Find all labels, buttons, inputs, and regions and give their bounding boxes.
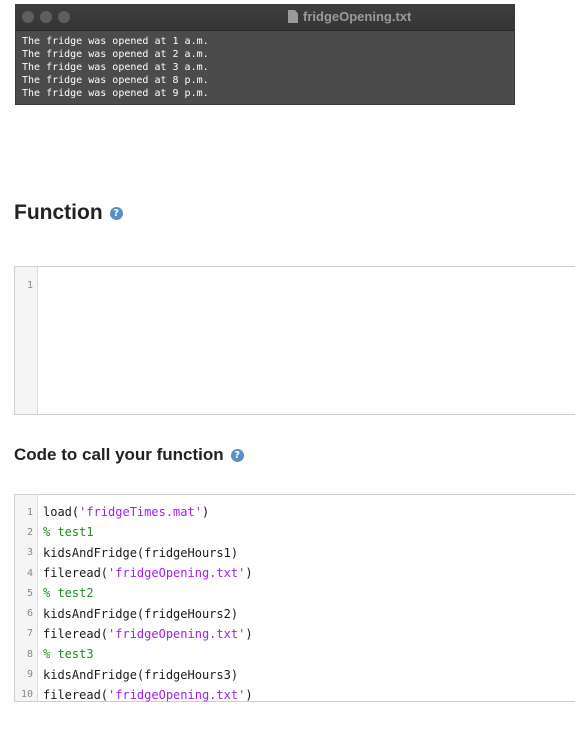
help-icon[interactable]: ? (230, 448, 244, 462)
window-title: fridgeOpening.txt (288, 9, 411, 24)
code-text[interactable]: % test3 (37, 647, 94, 661)
code-line[interactable]: 8 % test3 (15, 644, 575, 664)
code-token: ) (245, 566, 253, 581)
window-title-bar: fridgeOpening.txt (16, 5, 514, 31)
document-icon (288, 10, 298, 23)
function-code-editor[interactable]: 1 (14, 266, 575, 415)
code-token: kidsAndFridge(fridgeHours3) (43, 667, 239, 682)
call-code-lines: 1 load('fridgeTimes.mat') 2 % test1 3 kidsAnd… (15, 502, 575, 705)
window-title-text: fridgeOpening.txt (303, 9, 412, 24)
code-text[interactable]: fileread('fridgeOpening.txt') (37, 627, 253, 641)
string-token: 'fridgeOpening.txt' (108, 687, 246, 702)
string-token: 'fridgeTimes.mat' (79, 505, 202, 520)
window-controls (22, 11, 70, 23)
line-number: 6 (26, 608, 33, 620)
code-line[interactable]: 7 fileread('fridgeOpening.txt') (15, 624, 575, 644)
string-token: 'fridgeOpening.txt' (108, 566, 246, 581)
code-text[interactable]: kidsAndFridge(fridgeHours2) (37, 607, 238, 621)
file-preview-window: fridgeOpening.txt The fridge was opened … (15, 4, 515, 105)
code-token: kidsAndFridge(fridgeHours1) (43, 545, 239, 560)
code-line[interactable]: 5 % test2 (15, 583, 575, 603)
file-line: The fridge was opened at 9 p.m. (22, 88, 209, 99)
code-text[interactable]: % test1 (37, 525, 94, 539)
line-number: 3 (26, 547, 33, 559)
function-heading: Function ? (14, 201, 123, 225)
file-line: The fridge was opened at 8 p.m. (22, 75, 209, 86)
call-code-editor[interactable]: 1 load('fridgeTimes.mat') 2 % test1 3 kidsAnd… (14, 494, 575, 702)
code-line[interactable]: 10 fileread('fridgeOpening.txt') (15, 685, 575, 705)
code-text[interactable]: fileread('fridgeOpening.txt') (37, 688, 253, 702)
function-heading-text: Function (14, 201, 103, 224)
code-token: fileread( (43, 687, 109, 702)
code-token: ) (245, 687, 253, 702)
comment-token: % test1 (43, 525, 94, 540)
line-number: 1 (26, 279, 33, 291)
code-text[interactable]: kidsAndFridge(fridgeHours3) (37, 668, 238, 682)
code-text[interactable]: % test2 (37, 586, 94, 600)
close-window-button[interactable] (22, 11, 34, 23)
code-token: ) (245, 626, 253, 641)
file-contents: The fridge was opened at 1 a.m. The frid… (16, 31, 514, 100)
code-text[interactable]: load('fridgeTimes.mat') (37, 505, 209, 519)
help-icon[interactable]: ? (109, 206, 123, 220)
code-line[interactable]: 1 load('fridgeTimes.mat') (15, 502, 575, 522)
line-number: 10 (20, 689, 33, 701)
code-token: fileread( (43, 566, 109, 581)
minimize-window-button[interactable] (40, 11, 52, 23)
file-line: The fridge was opened at 3 a.m. (22, 62, 209, 73)
comment-token: % test3 (43, 647, 94, 662)
code-token: load( (43, 505, 80, 520)
line-number: 7 (26, 628, 33, 640)
file-line: The fridge was opened at 1 a.m. (22, 36, 209, 47)
code-line[interactable]: 4 fileread('fridgeOpening.txt') (15, 563, 575, 583)
code-token: ) (201, 505, 210, 520)
comment-token: % test2 (43, 586, 94, 601)
line-number: 2 (26, 526, 33, 538)
code-text[interactable]: kidsAndFridge(fridgeHours1) (37, 546, 238, 560)
code-token: kidsAndFridge(fridgeHours2) (43, 606, 239, 621)
line-number: 5 (26, 587, 33, 599)
code-line[interactable]: 1 (15, 275, 575, 295)
code-line[interactable]: 2 % test1 (15, 522, 575, 542)
string-token: 'fridgeOpening.txt' (108, 626, 246, 641)
line-number: 4 (26, 567, 33, 579)
code-line[interactable]: 6 kidsAndFridge(fridgeHours2) (15, 603, 575, 623)
call-code-heading-text: Code to call your function (14, 445, 224, 464)
code-token: fileread( (43, 626, 109, 641)
code-text[interactable]: fileread('fridgeOpening.txt') (37, 566, 253, 580)
zoom-window-button[interactable] (58, 11, 70, 23)
code-line[interactable]: 3 kidsAndFridge(fridgeHours1) (15, 543, 575, 563)
call-code-heading: Code to call your function ? (14, 445, 244, 465)
line-number: 9 (26, 669, 33, 681)
line-number: 1 (26, 506, 33, 518)
line-number: 8 (26, 648, 33, 660)
code-line[interactable]: 9 kidsAndFridge(fridgeHours3) (15, 664, 575, 684)
file-line: The fridge was opened at 2 a.m. (22, 49, 209, 60)
